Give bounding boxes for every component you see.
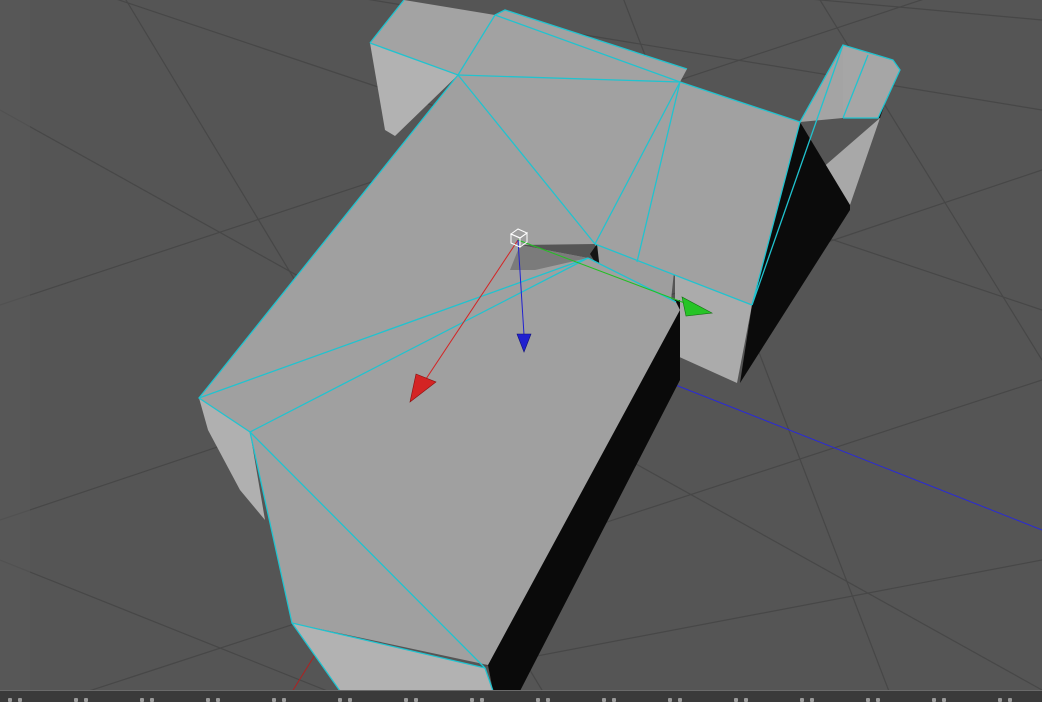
timeline-tick	[932, 698, 936, 702]
timeline-tick	[876, 698, 880, 702]
timeline-tick	[150, 698, 154, 702]
timeline-tick	[800, 698, 804, 702]
timeline-tick	[734, 698, 738, 702]
timeline-tick	[74, 698, 78, 702]
timeline-tick	[1008, 698, 1012, 702]
timeline-tick	[216, 698, 220, 702]
timeline-tick	[678, 698, 682, 702]
timeline-tick	[536, 698, 540, 702]
viewport-left-gutter	[0, 0, 30, 690]
timeline-tick	[272, 698, 276, 702]
timeline-tick	[942, 698, 946, 702]
scene-canvas[interactable]	[0, 0, 1042, 701]
timeline-tick	[404, 698, 408, 702]
timeline-tick	[546, 698, 550, 702]
timeline-tick	[866, 698, 870, 702]
world-x-axis-line	[667, 381, 1042, 531]
timeline-tick	[206, 698, 210, 702]
timeline-tick	[18, 698, 22, 702]
timeline-tick	[140, 698, 144, 702]
timeline-tick	[282, 698, 286, 702]
timeline-tick	[602, 698, 606, 702]
timeline-tick	[8, 698, 12, 702]
timeline-tick	[612, 698, 616, 702]
timeline-tick	[998, 698, 1002, 702]
timeline-strip[interactable]	[0, 690, 1042, 702]
timeline-tick	[348, 698, 352, 702]
timeline-tick	[84, 698, 88, 702]
timeline-tick	[668, 698, 672, 702]
timeline-tick	[744, 698, 748, 702]
timeline-tick	[338, 698, 342, 702]
3d-viewport[interactable]	[0, 0, 1042, 701]
timeline-tick	[810, 698, 814, 702]
world-red-axis-line	[289, 649, 319, 696]
timeline-tick	[414, 698, 418, 702]
timeline-tick	[480, 698, 484, 702]
timeline-tick	[470, 698, 474, 702]
